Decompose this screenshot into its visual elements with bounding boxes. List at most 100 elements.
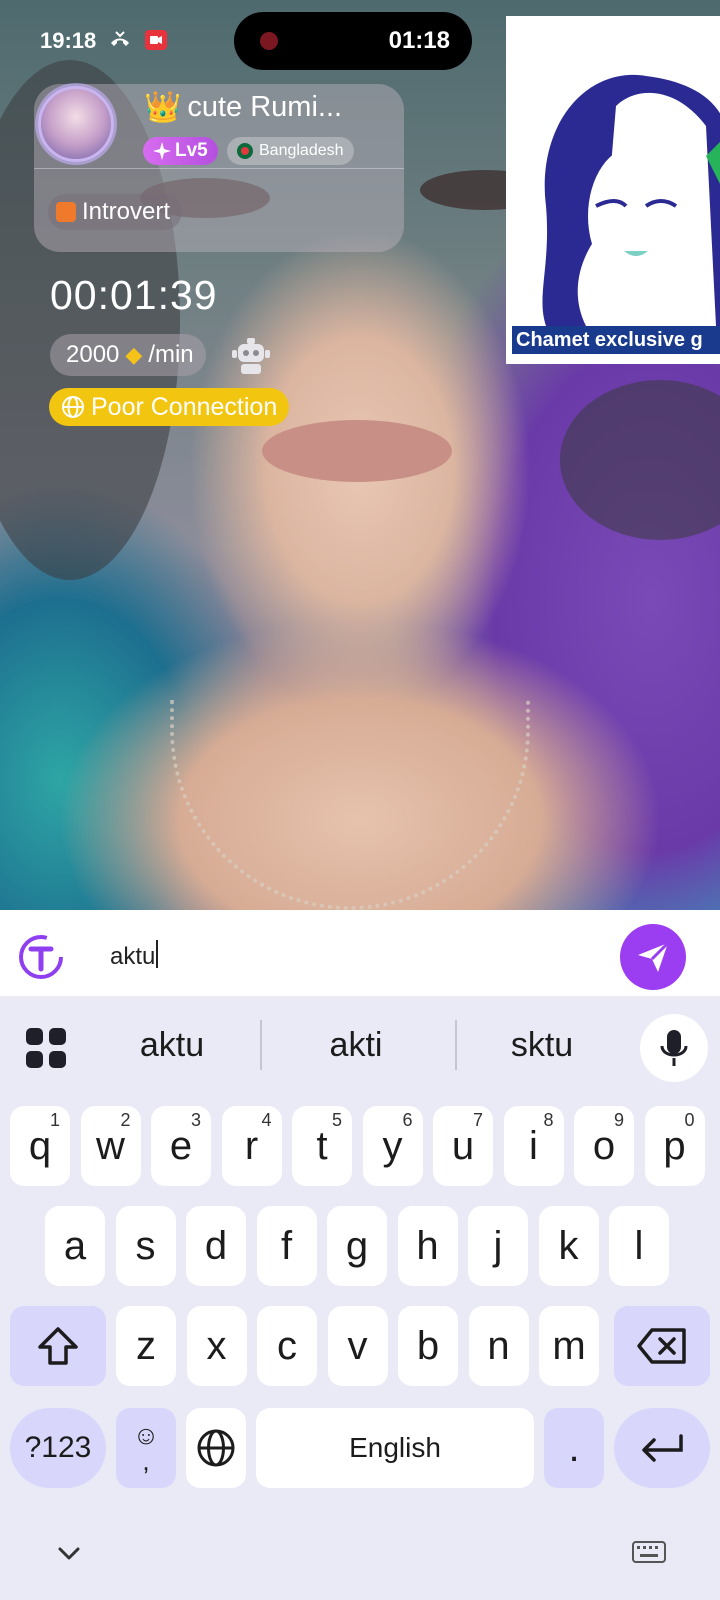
key-s[interactable]: s bbox=[115, 1206, 176, 1286]
globe-icon bbox=[197, 1429, 235, 1467]
diamond-icon: ◆ bbox=[125, 342, 143, 367]
key-label: s bbox=[135, 1223, 156, 1268]
key-p[interactable]: p0 bbox=[644, 1106, 705, 1186]
key-y[interactable]: y6 bbox=[362, 1106, 423, 1186]
key-v[interactable]: v bbox=[327, 1306, 388, 1386]
keyboard-icon[interactable] bbox=[632, 1540, 666, 1564]
key-u[interactable]: u7 bbox=[433, 1106, 493, 1186]
robot-icon[interactable] bbox=[232, 338, 270, 374]
enter-icon bbox=[642, 1434, 683, 1462]
key-label: c bbox=[277, 1323, 297, 1368]
suggestion-3[interactable]: sktu bbox=[450, 1026, 634, 1065]
key-hint: 9 bbox=[613, 1110, 624, 1130]
key-c[interactable]: c bbox=[257, 1306, 317, 1386]
personality-tag: Introvert bbox=[48, 194, 183, 230]
key-hint: 1 bbox=[49, 1110, 60, 1130]
ad-banner[interactable] bbox=[506, 16, 720, 364]
key-t[interactable]: t5 bbox=[292, 1106, 352, 1186]
key-hint: 4 bbox=[261, 1110, 272, 1130]
key-b[interactable]: b bbox=[398, 1306, 458, 1386]
key-o[interactable]: o9 bbox=[574, 1106, 634, 1186]
message-input-bar bbox=[0, 910, 720, 996]
key-l[interactable]: l bbox=[609, 1206, 669, 1286]
card-divider bbox=[34, 168, 404, 169]
key-z[interactable]: z bbox=[116, 1306, 176, 1386]
space-key[interactable]: English bbox=[256, 1408, 534, 1488]
country-label: Bangladesh bbox=[259, 142, 344, 159]
microphone-button[interactable] bbox=[640, 1014, 708, 1082]
key-hint: 0 bbox=[684, 1110, 695, 1130]
enter-key[interactable] bbox=[614, 1408, 710, 1488]
key-q[interactable]: q1 bbox=[10, 1106, 70, 1186]
key-label: m bbox=[552, 1323, 586, 1368]
video-lips bbox=[262, 420, 452, 482]
apps-grid-icon[interactable] bbox=[24, 1026, 68, 1070]
key-hint: 5 bbox=[331, 1110, 342, 1130]
key-label: h bbox=[416, 1223, 439, 1268]
key-label: y bbox=[382, 1123, 403, 1168]
key-label: x bbox=[206, 1323, 227, 1368]
profile-name: cute Rumi... bbox=[187, 91, 343, 123]
key-label: e bbox=[169, 1123, 193, 1168]
key-k[interactable]: k bbox=[538, 1206, 599, 1286]
ad-caption[interactable]: Chamet exclusive g bbox=[512, 326, 720, 354]
avatar[interactable] bbox=[38, 86, 114, 162]
screen-record-icon bbox=[145, 30, 167, 50]
key-h[interactable]: h bbox=[397, 1206, 458, 1286]
key-hint: 6 bbox=[402, 1110, 413, 1130]
key-x[interactable]: x bbox=[186, 1306, 247, 1386]
period-key[interactable]: . bbox=[544, 1408, 604, 1488]
key-e[interactable]: e3 bbox=[151, 1106, 211, 1186]
backspace-icon bbox=[637, 1328, 686, 1364]
backspace-key[interactable] bbox=[614, 1306, 710, 1386]
bangladesh-flag-icon bbox=[237, 143, 253, 159]
record-dot-icon bbox=[260, 32, 278, 50]
key-m[interactable]: m bbox=[539, 1306, 599, 1386]
message-input[interactable]: aktu bbox=[110, 940, 159, 971]
key-label: n bbox=[487, 1323, 510, 1368]
crown-icon: 👑 bbox=[144, 91, 182, 124]
woman-illustration-icon bbox=[542, 74, 720, 326]
key-label: o bbox=[592, 1123, 616, 1168]
tag-label: Introvert bbox=[82, 198, 171, 225]
key-g[interactable]: g bbox=[327, 1206, 387, 1286]
key-f[interactable]: f bbox=[256, 1206, 317, 1286]
video-necklace bbox=[170, 700, 530, 910]
key-r[interactable]: r4 bbox=[221, 1106, 282, 1186]
profile-name-row: 👑 cute Rumi... bbox=[144, 90, 342, 125]
key-label: k bbox=[558, 1223, 579, 1268]
call-forward-icon bbox=[111, 31, 129, 46]
shift-key[interactable] bbox=[10, 1306, 106, 1386]
key-d[interactable]: d bbox=[186, 1206, 246, 1286]
key-i[interactable]: i8 bbox=[503, 1106, 564, 1186]
key-n[interactable]: n bbox=[468, 1306, 529, 1386]
key-label: b bbox=[416, 1323, 440, 1368]
translate-icon[interactable] bbox=[16, 932, 66, 982]
key-label: i bbox=[529, 1123, 538, 1168]
rate-value: 2000 bbox=[66, 341, 120, 368]
sparkle-icon bbox=[153, 142, 171, 160]
language-key[interactable] bbox=[186, 1408, 246, 1488]
recording-indicator[interactable]: 01:18 bbox=[234, 12, 472, 70]
key-j[interactable]: j bbox=[468, 1206, 528, 1286]
key-label: f bbox=[280, 1223, 293, 1268]
rate-unit: /min bbox=[148, 341, 194, 368]
symbols-key[interactable]: ?123 bbox=[10, 1408, 106, 1488]
chevron-down-icon[interactable] bbox=[56, 1540, 82, 1566]
suggestion-1[interactable]: aktu bbox=[80, 1026, 264, 1065]
emoji-comma-key[interactable]: ☺ , bbox=[116, 1408, 176, 1488]
key-label: l bbox=[634, 1223, 644, 1268]
suggestion-2[interactable]: akti bbox=[264, 1026, 448, 1065]
status-icons bbox=[108, 28, 168, 52]
shift-icon bbox=[38, 1327, 78, 1365]
key-label: t bbox=[316, 1123, 328, 1168]
call-rate: 2000 ◆ /min bbox=[50, 334, 206, 376]
key-a[interactable]: a bbox=[45, 1206, 105, 1286]
recording-time: 01:18 bbox=[388, 27, 450, 54]
key-w[interactable]: w2 bbox=[80, 1106, 141, 1186]
video-hair-right bbox=[560, 380, 720, 540]
keyboard bbox=[0, 996, 720, 1600]
send-button[interactable] bbox=[620, 924, 686, 990]
connection-status: Poor Connection bbox=[49, 388, 290, 426]
level-badge: Lv5 bbox=[143, 137, 218, 165]
